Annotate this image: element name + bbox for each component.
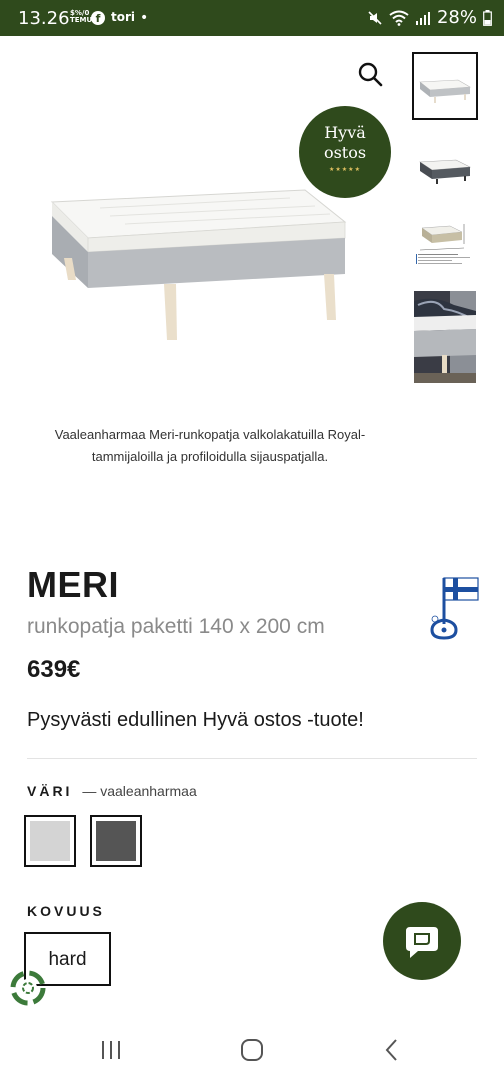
temu-icon: $%/0 TEMU: [70, 9, 93, 24]
tori-icon: tori: [111, 10, 136, 24]
system-nav-bar: [0, 1010, 504, 1080]
color-label-key: VÄRI: [27, 783, 73, 799]
signal-icon: [415, 11, 430, 25]
thumbnail-4[interactable]: [414, 291, 476, 383]
battery-percent: 28%: [436, 7, 477, 28]
color-swatch-dark-gray[interactable]: [90, 815, 142, 867]
divider: [27, 758, 477, 759]
product-image[interactable]: [40, 180, 360, 350]
status-right: 28%: [367, 7, 492, 28]
thumbnail-2[interactable]: [414, 140, 476, 200]
notification-dot: •: [140, 10, 149, 26]
battery-icon: [483, 9, 492, 26]
home-icon[interactable]: [240, 1038, 264, 1062]
facebook-icon: f: [91, 11, 105, 25]
firmness-label: KOVUUS: [27, 903, 105, 919]
chat-button[interactable]: [383, 902, 461, 980]
badge-stars: ★★★★★: [329, 166, 361, 173]
badge-line2: ostos: [323, 143, 367, 162]
hyva-ostos-badge: Hyvä ostos ★★★★★: [299, 106, 391, 198]
image-caption: Vaaleanharmaa Meri-runkopatja valkolakat…: [54, 427, 366, 464]
badge-line1: Hyvä: [324, 123, 366, 142]
color-selected-value: — vaaleanharmaa: [82, 783, 197, 799]
thumbnail-1[interactable]: [412, 52, 478, 120]
search-icon[interactable]: [356, 60, 384, 88]
product-price: 639€: [27, 656, 81, 683]
wifi-icon: [389, 10, 409, 26]
thumbnail-3[interactable]: [414, 210, 476, 270]
status-bar: 13.26 $%/0 TEMU f tori • 28%: [0, 0, 504, 36]
product-subtitle: runkopatja paketti 140 x 200 cm: [27, 615, 325, 638]
swatch-fill: [30, 821, 70, 861]
mute-icon: [368, 10, 382, 25]
recycle-icon[interactable]: [10, 970, 46, 1006]
recents-icon[interactable]: [100, 1040, 122, 1060]
swatch-fill: [96, 821, 136, 861]
color-swatch-light-gray[interactable]: [24, 815, 76, 867]
finnish-flag-key-icon: [430, 577, 479, 640]
color-label: VÄRI — vaaleanharmaa: [27, 783, 197, 799]
chat-icon: [406, 927, 438, 958]
back-icon[interactable]: [384, 1038, 400, 1062]
status-time: 13.26: [18, 8, 70, 29]
product-title: MERI: [27, 564, 119, 605]
product-tagline: Pysyvästi edullinen Hyvä ostos -tuote!: [27, 709, 364, 731]
